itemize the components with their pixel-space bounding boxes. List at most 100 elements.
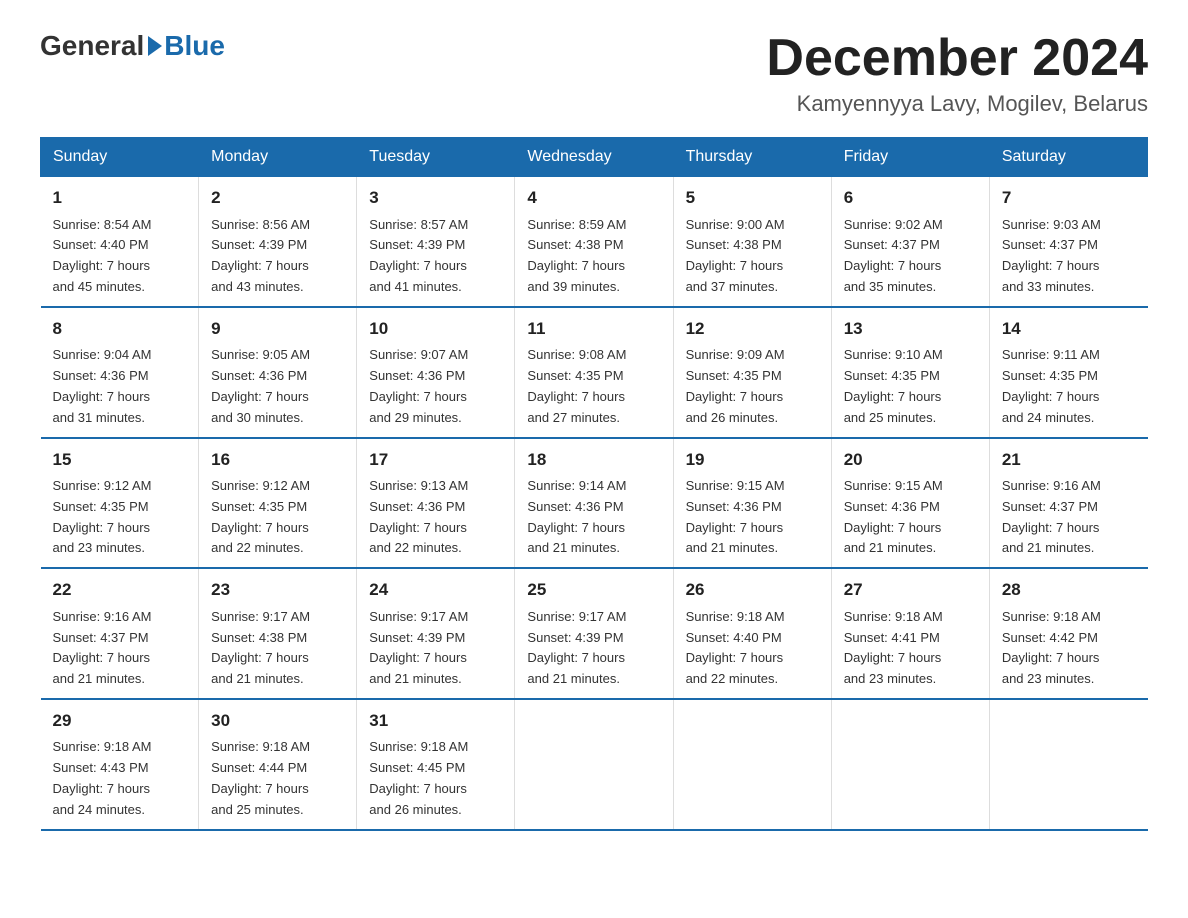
day-info: Sunrise: 9:12 AMSunset: 4:35 PMDaylight:… (211, 476, 344, 559)
day-info: Sunrise: 8:57 AMSunset: 4:39 PMDaylight:… (369, 215, 502, 298)
calendar-cell: 22 Sunrise: 9:16 AMSunset: 4:37 PMDayligh… (41, 568, 199, 699)
weekday-header-sunday: Sunday (41, 138, 199, 177)
calendar-cell: 29Sunrise: 9:18 AMSunset: 4:43 PMDayligh… (41, 699, 199, 830)
day-number: 3 (369, 185, 502, 211)
day-number: 11 (527, 316, 660, 342)
calendar-cell: 14 Sunrise: 9:11 AMSunset: 4:35 PMDayligh… (989, 307, 1147, 438)
day-info: Sunrise: 9:18 AMSunset: 4:42 PMDaylight:… (1002, 607, 1136, 690)
calendar-week-row: 15Sunrise: 9:12 AMSunset: 4:35 PMDayligh… (41, 438, 1148, 569)
day-number: 27 (844, 577, 977, 603)
calendar-cell: 5 Sunrise: 9:00 AMSunset: 4:38 PMDaylight… (673, 177, 831, 307)
calendar-cell: 31Sunrise: 9:18 AMSunset: 4:45 PMDayligh… (357, 699, 515, 830)
weekday-header-tuesday: Tuesday (357, 138, 515, 177)
day-number: 31 (369, 708, 502, 734)
day-info: Sunrise: 9:00 AMSunset: 4:38 PMDaylight:… (686, 215, 819, 298)
weekday-header-friday: Friday (831, 138, 989, 177)
day-number: 4 (527, 185, 660, 211)
calendar-cell: 9Sunrise: 9:05 AMSunset: 4:36 PMDaylight… (199, 307, 357, 438)
day-info: Sunrise: 9:02 AMSunset: 4:37 PMDaylight:… (844, 215, 977, 298)
calendar-cell: 7 Sunrise: 9:03 AMSunset: 4:37 PMDaylight… (989, 177, 1147, 307)
day-number: 6 (844, 185, 977, 211)
calendar-week-row: 1 Sunrise: 8:54 AMSunset: 4:40 PMDaylight… (41, 177, 1148, 307)
title-section: December 2024 Kamyennyya Lavy, Mogilev, … (766, 30, 1148, 117)
day-info: Sunrise: 9:17 AMSunset: 4:38 PMDaylight:… (211, 607, 344, 690)
day-number: 20 (844, 447, 977, 473)
day-number: 24 (369, 577, 502, 603)
day-number: 14 (1002, 316, 1136, 342)
calendar-cell: 11Sunrise: 9:08 AMSunset: 4:35 PMDayligh… (515, 307, 673, 438)
calendar-week-row: 8 Sunrise: 9:04 AMSunset: 4:36 PMDaylight… (41, 307, 1148, 438)
calendar-cell (673, 699, 831, 830)
day-info: Sunrise: 9:18 AMSunset: 4:44 PMDaylight:… (211, 737, 344, 820)
calendar-cell (515, 699, 673, 830)
day-info: Sunrise: 9:05 AMSunset: 4:36 PMDaylight:… (211, 345, 344, 428)
calendar-cell: 16 Sunrise: 9:12 AMSunset: 4:35 PMDayligh… (199, 438, 357, 569)
day-number: 28 (1002, 577, 1136, 603)
calendar-cell: 23 Sunrise: 9:17 AMSunset: 4:38 PMDayligh… (199, 568, 357, 699)
calendar-week-row: 22 Sunrise: 9:16 AMSunset: 4:37 PMDayligh… (41, 568, 1148, 699)
day-info: Sunrise: 8:56 AMSunset: 4:39 PMDaylight:… (211, 215, 344, 298)
day-number: 8 (53, 316, 187, 342)
day-info: Sunrise: 9:18 AMSunset: 4:40 PMDaylight:… (686, 607, 819, 690)
day-info: Sunrise: 9:18 AMSunset: 4:41 PMDaylight:… (844, 607, 977, 690)
page-header: General Blue December 2024 Kamyennyya La… (40, 30, 1148, 117)
calendar-cell: 21 Sunrise: 9:16 AMSunset: 4:37 PMDayligh… (989, 438, 1147, 569)
day-info: Sunrise: 9:17 AMSunset: 4:39 PMDaylight:… (527, 607, 660, 690)
day-number: 7 (1002, 185, 1136, 211)
logo-blue: Blue (164, 30, 225, 62)
weekday-header-monday: Monday (199, 138, 357, 177)
logo: General Blue (40, 30, 225, 62)
calendar-cell: 3 Sunrise: 8:57 AMSunset: 4:39 PMDaylight… (357, 177, 515, 307)
day-number: 18 (527, 447, 660, 473)
day-number: 5 (686, 185, 819, 211)
day-number: 16 (211, 447, 344, 473)
location-subtitle: Kamyennyya Lavy, Mogilev, Belarus (766, 91, 1148, 117)
calendar-cell: 19Sunrise: 9:15 AMSunset: 4:36 PMDayligh… (673, 438, 831, 569)
day-number: 1 (53, 185, 187, 211)
day-info: Sunrise: 9:13 AMSunset: 4:36 PMDaylight:… (369, 476, 502, 559)
calendar-cell: 30Sunrise: 9:18 AMSunset: 4:44 PMDayligh… (199, 699, 357, 830)
calendar-cell: 17Sunrise: 9:13 AMSunset: 4:36 PMDayligh… (357, 438, 515, 569)
calendar-cell: 24Sunrise: 9:17 AMSunset: 4:39 PMDayligh… (357, 568, 515, 699)
day-info: Sunrise: 9:03 AMSunset: 4:37 PMDaylight:… (1002, 215, 1136, 298)
calendar-cell: 25 Sunrise: 9:17 AMSunset: 4:39 PMDayligh… (515, 568, 673, 699)
day-info: Sunrise: 9:09 AMSunset: 4:35 PMDaylight:… (686, 345, 819, 428)
calendar-cell: 1 Sunrise: 8:54 AMSunset: 4:40 PMDaylight… (41, 177, 199, 307)
calendar-cell: 6 Sunrise: 9:02 AMSunset: 4:37 PMDaylight… (831, 177, 989, 307)
day-info: Sunrise: 8:59 AMSunset: 4:38 PMDaylight:… (527, 215, 660, 298)
weekday-header-saturday: Saturday (989, 138, 1147, 177)
day-info: Sunrise: 9:15 AMSunset: 4:36 PMDaylight:… (844, 476, 977, 559)
day-info: Sunrise: 9:16 AMSunset: 4:37 PMDaylight:… (53, 607, 187, 690)
calendar-cell: 10Sunrise: 9:07 AMSunset: 4:36 PMDayligh… (357, 307, 515, 438)
day-info: Sunrise: 9:10 AMSunset: 4:35 PMDaylight:… (844, 345, 977, 428)
calendar-cell: 27 Sunrise: 9:18 AMSunset: 4:41 PMDayligh… (831, 568, 989, 699)
day-info: Sunrise: 9:12 AMSunset: 4:35 PMDaylight:… (53, 476, 187, 559)
weekday-header-thursday: Thursday (673, 138, 831, 177)
weekday-header-wednesday: Wednesday (515, 138, 673, 177)
calendar-table: SundayMondayTuesdayWednesdayThursdayFrid… (40, 137, 1148, 830)
calendar-cell: 8 Sunrise: 9:04 AMSunset: 4:36 PMDaylight… (41, 307, 199, 438)
day-number: 29 (53, 708, 187, 734)
day-number: 22 (53, 577, 187, 603)
day-number: 25 (527, 577, 660, 603)
calendar-cell: 12Sunrise: 9:09 AMSunset: 4:35 PMDayligh… (673, 307, 831, 438)
calendar-header-row: SundayMondayTuesdayWednesdayThursdayFrid… (41, 138, 1148, 177)
logo-arrow-icon (148, 36, 162, 56)
logo-general: General (40, 30, 144, 62)
day-number: 23 (211, 577, 344, 603)
calendar-cell (831, 699, 989, 830)
calendar-cell: 18 Sunrise: 9:14 AMSunset: 4:36 PMDayligh… (515, 438, 673, 569)
day-number: 13 (844, 316, 977, 342)
day-info: Sunrise: 9:11 AMSunset: 4:35 PMDaylight:… (1002, 345, 1136, 428)
day-info: Sunrise: 9:04 AMSunset: 4:36 PMDaylight:… (53, 345, 187, 428)
month-title: December 2024 (766, 30, 1148, 87)
day-number: 21 (1002, 447, 1136, 473)
calendar-cell: 4 Sunrise: 8:59 AMSunset: 4:38 PMDaylight… (515, 177, 673, 307)
calendar-cell: 13 Sunrise: 9:10 AMSunset: 4:35 PMDayligh… (831, 307, 989, 438)
day-info: Sunrise: 9:14 AMSunset: 4:36 PMDaylight:… (527, 476, 660, 559)
calendar-cell: 2Sunrise: 8:56 AMSunset: 4:39 PMDaylight… (199, 177, 357, 307)
calendar-cell: 28 Sunrise: 9:18 AMSunset: 4:42 PMDayligh… (989, 568, 1147, 699)
day-info: Sunrise: 8:54 AMSunset: 4:40 PMDaylight:… (53, 215, 187, 298)
calendar-cell: 26Sunrise: 9:18 AMSunset: 4:40 PMDayligh… (673, 568, 831, 699)
day-info: Sunrise: 9:16 AMSunset: 4:37 PMDaylight:… (1002, 476, 1136, 559)
